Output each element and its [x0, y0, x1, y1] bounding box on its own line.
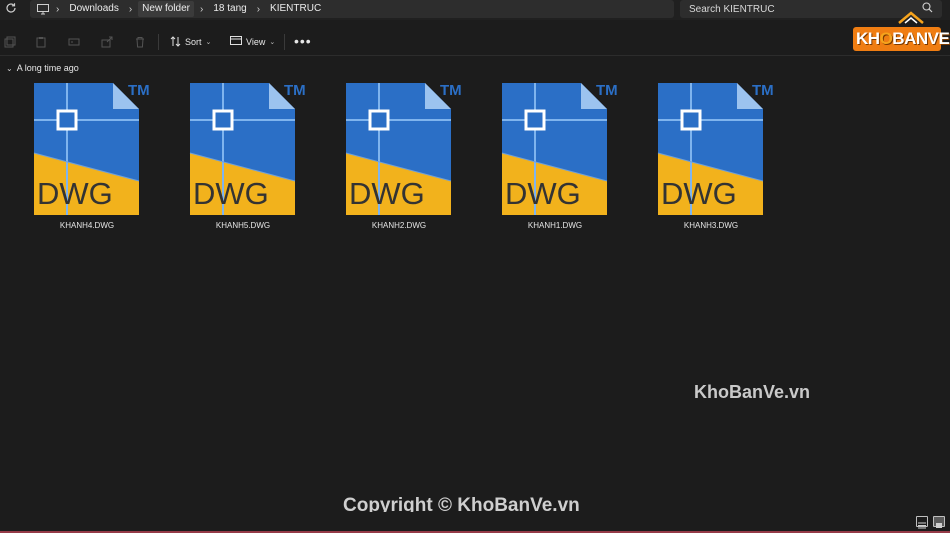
tiles-view-icon[interactable]: [933, 516, 945, 528]
logo-text-part: KH: [856, 29, 880, 48]
search-placeholder: Search KIENTRUC: [689, 3, 775, 15]
status-bar: [0, 512, 950, 533]
breadcrumb-label: KIENTRUC: [270, 3, 322, 14]
breadcrumb-new-folder[interactable]: New folder: [138, 0, 194, 18]
file-name: KHANH2.DWG: [371, 221, 427, 230]
share-icon[interactable]: [101, 35, 115, 49]
breadcrumb-downloads[interactable]: Downloads: [65, 0, 122, 18]
toolbar-divider: [158, 34, 159, 50]
more-options-button[interactable]: •••: [294, 33, 312, 49]
chevron-down-icon: ⌄: [269, 39, 276, 46]
file-item[interactable]: DWG TM KHANH3.DWG: [651, 80, 774, 240]
address-bar[interactable]: › Downloads › New folder › 18 tang › KIE…: [30, 0, 674, 18]
watermark-text: KhoBanVe.vn: [694, 382, 811, 402]
details-view-icon[interactable]: [916, 516, 928, 529]
this-pc-icon[interactable]: [36, 3, 50, 15]
breadcrumb-label: 18 tang: [213, 3, 247, 14]
dwg-file-icon: DWG TM: [657, 82, 774, 215]
sort-button[interactable]: Sort ⌄: [170, 33, 211, 51]
trademark-label: TM: [596, 82, 618, 99]
copy-icon[interactable]: [4, 35, 18, 49]
trademark-label: TM: [284, 82, 306, 99]
logo-text: KHOBANVE: [856, 29, 950, 49]
sort-label: Sort: [185, 37, 202, 47]
breadcrumb-label: Downloads: [69, 3, 119, 14]
trademark-label: TM: [752, 82, 774, 99]
file-type-label: DWG: [193, 176, 269, 211]
sort-icon: [170, 35, 181, 49]
file-type-label: DWG: [37, 176, 113, 211]
trademark-label: TM: [128, 82, 150, 99]
chevron-right-icon[interactable]: ›: [50, 4, 65, 15]
refresh-icon[interactable]: [4, 2, 18, 16]
breadcrumb-label: New folder: [138, 1, 194, 17]
chevron-right-icon[interactable]: ›: [194, 4, 209, 15]
logo-text-part: O: [879, 29, 893, 48]
file-type-label: DWG: [505, 176, 581, 211]
paste-icon[interactable]: [35, 35, 49, 49]
file-item[interactable]: DWG TM KHANH1.DWG: [495, 80, 618, 240]
file-name: KHANH4.DWG: [59, 221, 115, 230]
chevron-down-icon: ⌄: [6, 63, 13, 73]
group-header[interactable]: ⌄ A long time ago: [6, 63, 79, 73]
file-item[interactable]: DWG TM KHANH2.DWG: [339, 80, 462, 240]
command-bar: Sort ⌄ View ⌄ •••: [0, 28, 950, 56]
view-button[interactable]: View ⌄: [230, 33, 275, 51]
dwg-file-icon: DWG TM: [345, 82, 462, 215]
dwg-file-icon: DWG TM: [501, 82, 618, 215]
breadcrumb-18-tang[interactable]: 18 tang: [209, 0, 250, 18]
group-label: A long time ago: [16, 63, 79, 73]
view-icon: [230, 36, 242, 48]
file-name: KHANH1.DWG: [527, 221, 583, 230]
rename-icon[interactable]: [68, 35, 82, 49]
chevron-right-icon[interactable]: ›: [251, 4, 266, 15]
chevron-down-icon: ⌄: [205, 39, 212, 46]
breadcrumb-kientruc[interactable]: KIENTRUC: [266, 0, 325, 18]
toolbar-divider: [284, 34, 285, 50]
file-item[interactable]: DWG TM KHANH4.DWG: [27, 80, 150, 240]
view-label: View: [246, 37, 266, 47]
file-name: KHANH5.DWG: [215, 221, 271, 230]
dwg-file-icon: DWG TM: [33, 82, 150, 215]
address-bar-row: › Downloads › New folder › 18 tang › KIE…: [0, 0, 950, 20]
trademark-label: TM: [440, 82, 462, 99]
khobanve-logo: KHOBANVE: [853, 11, 950, 53]
file-type-label: DWG: [661, 176, 737, 211]
file-name: KHANH3.DWG: [683, 221, 739, 230]
file-item[interactable]: DWG TM KHANH5.DWG: [183, 80, 306, 240]
file-type-label: DWG: [349, 176, 425, 211]
logo-text-part: BANVE: [892, 29, 950, 48]
delete-icon[interactable]: [134, 35, 148, 49]
chevron-right-icon[interactable]: ›: [123, 4, 138, 15]
dwg-file-icon: DWG TM: [189, 82, 306, 215]
